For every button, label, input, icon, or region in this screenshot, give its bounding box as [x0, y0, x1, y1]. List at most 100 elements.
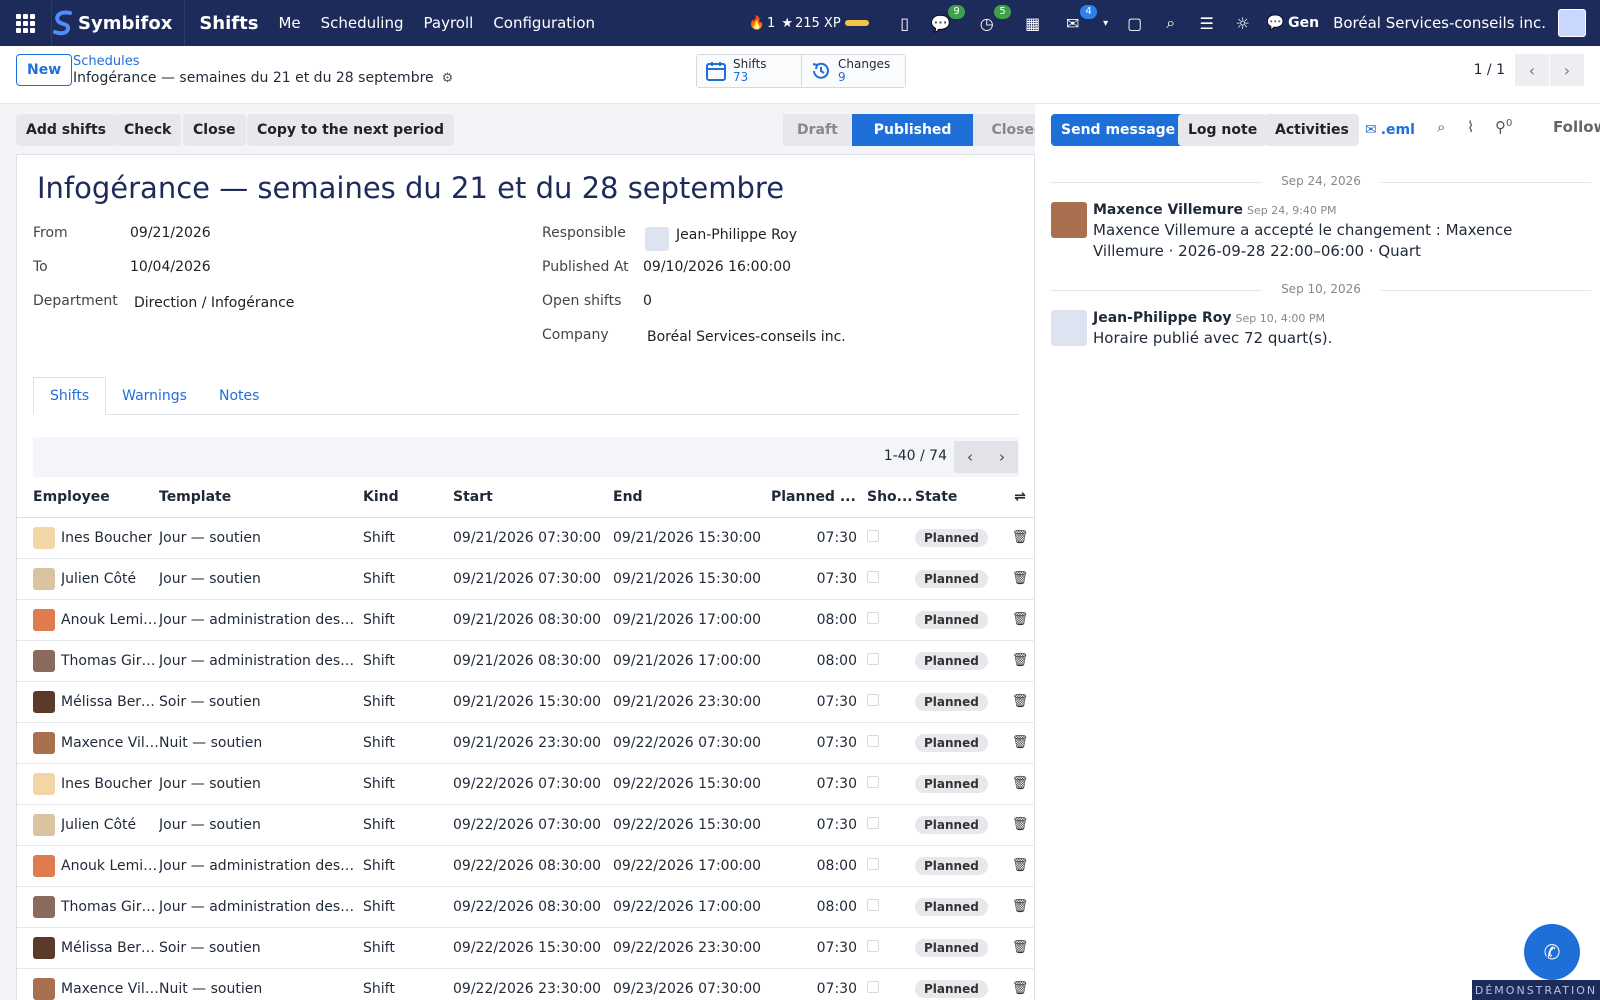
cell-shown[interactable] — [867, 927, 915, 969]
cell-employee[interactable]: Julien Côté — [17, 558, 159, 600]
menu-item-configuration[interactable]: Configuration — [483, 14, 605, 32]
cell-start[interactable]: 09/22/2026 07:30:00 — [453, 804, 613, 846]
cell-kind[interactable]: Shift — [363, 722, 453, 764]
send-message-button[interactable]: Send message — [1051, 114, 1186, 146]
column-employee[interactable]: Employee — [17, 477, 159, 518]
message-author[interactable]: Maxence Villemure — [1093, 202, 1243, 218]
cell-planned[interactable]: 08:00 — [771, 886, 867, 928]
table-row[interactable]: Mélissa Bernier Soir — soutien Shift 09/22/… — [17, 927, 1035, 969]
cell-end[interactable]: 09/22/2026 17:00:00 — [613, 845, 771, 887]
cell-template[interactable]: Nuit — soutien — [159, 722, 363, 764]
cell-template[interactable]: Jour — administration des systèmes — [159, 845, 363, 887]
cell-employee[interactable]: Ines Boucher — [17, 517, 159, 559]
cell-shown[interactable] — [867, 722, 915, 764]
company-switcher[interactable]: Boréal Services-conseils inc. — [1333, 14, 1546, 32]
app-title[interactable]: Shifts — [199, 13, 258, 34]
cell-planned[interactable]: 08:00 — [771, 640, 867, 682]
chevron-left-icon[interactable]: ‹ — [954, 441, 986, 473]
cell-planned[interactable]: 07:30 — [771, 722, 867, 764]
cell-planned[interactable]: 07:30 — [771, 558, 867, 600]
menu-item-scheduling[interactable]: Scheduling — [311, 14, 414, 32]
cell-template[interactable]: Soir — soutien — [159, 927, 363, 969]
checkbox[interactable] — [867, 734, 879, 747]
column-planned[interactable]: Planned ... — [771, 477, 867, 518]
gen-assistant-button[interactable]: 💬 Gen — [1267, 15, 1319, 31]
cell-kind[interactable]: Shift — [363, 640, 453, 682]
cell-end[interactable]: 09/21/2026 17:00:00 — [613, 640, 771, 682]
trash-icon[interactable]: 🗑 — [1005, 517, 1035, 559]
trash-icon[interactable]: 🗑 — [1005, 804, 1035, 846]
column-shown[interactable]: Sho... — [867, 477, 915, 518]
cell-shown[interactable] — [867, 558, 915, 600]
cell-shown[interactable] — [867, 681, 915, 723]
chevron-right-icon[interactable]: › — [986, 441, 1018, 473]
checkbox[interactable] — [867, 816, 879, 829]
cell-start[interactable]: 09/22/2026 08:30:00 — [453, 886, 613, 928]
cell-employee[interactable]: Anouk Lemieux — [17, 845, 159, 887]
followers-icon[interactable]: ⚲0 — [1495, 118, 1512, 136]
cell-planned[interactable]: 07:30 — [771, 927, 867, 969]
menu-item-me[interactable]: Me — [268, 14, 310, 32]
column-start[interactable]: Start — [453, 477, 613, 518]
cell-template[interactable]: Jour — administration des systèmes — [159, 599, 363, 641]
cell-end[interactable]: 09/22/2026 15:30:00 — [613, 804, 771, 846]
cell-end[interactable]: 09/23/2026 07:30:00 — [613, 968, 771, 1000]
trash-icon[interactable]: 🗑 — [1005, 722, 1035, 764]
cell-planned[interactable]: 08:00 — [771, 599, 867, 641]
cell-start[interactable]: 09/21/2026 08:30:00 — [453, 640, 613, 682]
smart-button-shifts[interactable]: Shifts 73 — [697, 55, 801, 87]
tab-shifts[interactable]: Shifts — [33, 377, 107, 415]
checkbox[interactable] — [867, 570, 879, 583]
table-row[interactable]: Anouk Lemieux Jour — administration des s… — [17, 599, 1035, 641]
checkbox[interactable] — [867, 693, 879, 706]
cell-kind[interactable]: Shift — [363, 517, 453, 559]
department-field[interactable]: Direction / Infogérance — [134, 295, 294, 311]
cell-employee[interactable]: Maxence Villemure — [17, 968, 159, 1000]
chevron-left-icon[interactable]: ‹ — [1515, 54, 1549, 86]
cell-shown[interactable] — [867, 804, 915, 846]
log-note-button[interactable]: Log note — [1178, 114, 1268, 146]
gear-icon[interactable]: ⚙ — [442, 71, 454, 86]
checkbox[interactable] — [867, 857, 879, 870]
table-row[interactable]: Thomas Girard Jour — administration des s… — [17, 640, 1035, 682]
calculator-icon[interactable]: ▦ — [1021, 11, 1045, 35]
cell-planned[interactable]: 07:30 — [771, 804, 867, 846]
cell-employee[interactable]: Thomas Girard — [17, 640, 159, 682]
column-settings-icon[interactable]: ⇌ — [1005, 477, 1035, 518]
cell-shown[interactable] — [867, 517, 915, 559]
table-row[interactable]: Julien Côté Jour — soutien Shift 09/22/2026… — [17, 804, 1035, 846]
checkbox[interactable] — [867, 652, 879, 665]
follow-button[interactable]: Follow — [1553, 118, 1600, 136]
search-icon[interactable]: ⌕ — [1437, 118, 1445, 136]
from-field[interactable]: 09/21/2026 — [130, 225, 211, 241]
published-at-field[interactable]: 09/10/2026 16:00:00 — [643, 259, 791, 275]
cell-kind[interactable]: Shift — [363, 681, 453, 723]
cell-shown[interactable] — [867, 763, 915, 805]
cell-start[interactable]: 09/21/2026 07:30:00 — [453, 517, 613, 559]
trash-icon[interactable]: 🗑 — [1005, 845, 1035, 887]
cell-employee[interactable]: Thomas Girard — [17, 886, 159, 928]
gamification-status[interactable]: 🔥 1 ★ 215 XP — [749, 16, 869, 31]
record-title[interactable]: Infogérance — semaines du 21 et du 28 se… — [37, 171, 784, 205]
cell-kind[interactable]: Shift — [363, 804, 453, 846]
cell-shown[interactable] — [867, 968, 915, 1000]
company-field[interactable]: Boréal Services-conseils inc. — [647, 329, 846, 345]
cell-kind[interactable]: Shift — [363, 886, 453, 928]
cell-end[interactable]: 09/22/2026 23:30:00 — [613, 927, 771, 969]
table-row[interactable]: Mélissa Bernier Soir — soutien Shift 09/21/… — [17, 681, 1035, 723]
cell-template[interactable]: Jour — soutien — [159, 517, 363, 559]
table-row[interactable]: Maxence VillemureNuit — soutienShift09/2… — [17, 968, 1035, 1000]
table-row[interactable]: Ines Boucher Jour — soutien Shift 09/21/202… — [17, 517, 1035, 559]
trash-icon[interactable]: 🗑 — [1005, 681, 1035, 723]
responsible-field[interactable]: Jean-Philippe Roy — [676, 227, 797, 243]
inbox-icon[interactable]: ✉ 4 — [1061, 5, 1097, 35]
cell-template[interactable]: Jour — administration des systèmes — [159, 640, 363, 682]
stage-published[interactable]: Published — [851, 114, 974, 146]
add-shifts-button[interactable]: Add shifts — [16, 114, 116, 146]
breadcrumb-schedules-link[interactable]: Schedules — [73, 54, 140, 69]
column-template[interactable]: Template — [159, 477, 363, 518]
cell-template[interactable]: Soir — soutien — [159, 681, 363, 723]
chat-icon[interactable]: 💬 9 — [929, 5, 965, 35]
tab-notes[interactable]: Notes — [203, 377, 275, 415]
checkbox[interactable] — [867, 529, 879, 542]
